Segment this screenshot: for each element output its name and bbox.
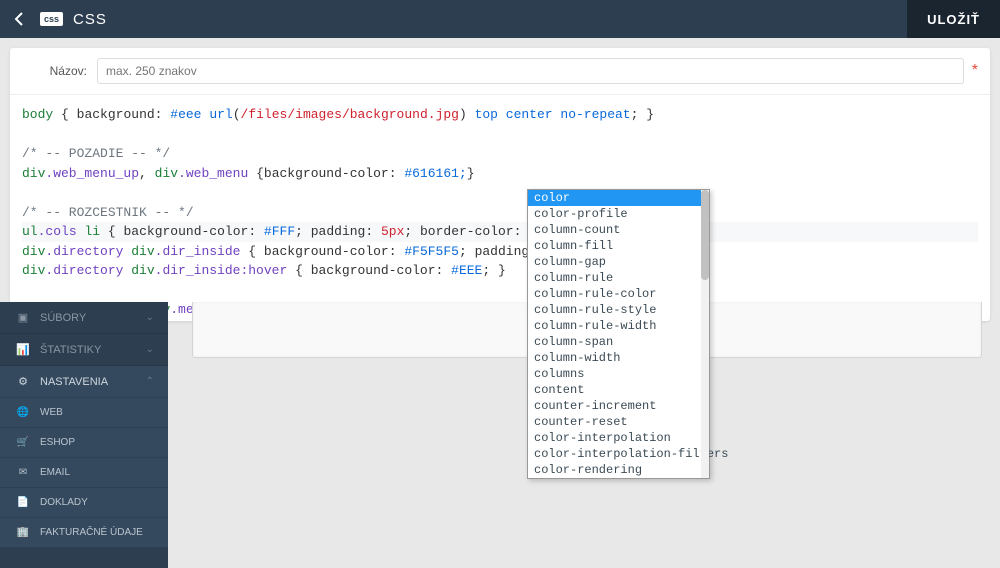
- autocomplete-item[interactable]: columns: [528, 366, 709, 382]
- building-icon: 🏢: [14, 527, 32, 538]
- sidebar-item-files[interactable]: ▣ SÚBORY ⌄: [0, 302, 168, 334]
- sidebar-item-label: NASTAVENIA: [40, 376, 108, 388]
- autocomplete-item[interactable]: column-rule: [528, 270, 709, 286]
- autocomplete-item[interactable]: column-width: [528, 350, 709, 366]
- autocomplete-item[interactable]: color-interpolation: [528, 430, 709, 446]
- stats-icon: 📊: [14, 343, 32, 356]
- required-indicator: *: [972, 62, 978, 80]
- autocomplete-item[interactable]: counter-reset: [528, 414, 709, 430]
- sidebar-item-billing[interactable]: 🏢 FAKTURAČNÉ ÚDAJE: [0, 518, 168, 548]
- autocomplete-item[interactable]: column-rule-color: [528, 286, 709, 302]
- chevron-up-icon: ⌃: [146, 376, 154, 387]
- sidebar-item-label: EMAIL: [40, 467, 70, 478]
- sidebar-item-stats[interactable]: 📊 ŠTATISTIKY ⌄: [0, 334, 168, 366]
- autocomplete-item[interactable]: column-gap: [528, 254, 709, 270]
- save-button[interactable]: ULOŽIŤ: [907, 0, 1000, 38]
- sidebar-item-settings[interactable]: ⚙ NASTAVENIA ⌃: [0, 366, 168, 398]
- name-label: Názov:: [22, 64, 97, 78]
- name-row: Názov: *: [10, 48, 990, 95]
- document-icon: 📄: [14, 497, 32, 508]
- gear-icon: ⚙: [14, 375, 32, 388]
- autocomplete-item[interactable]: column-fill: [528, 238, 709, 254]
- sidebar-item-docs[interactable]: 📄 DOKLADY: [0, 488, 168, 518]
- globe-icon: 🌐: [14, 407, 32, 418]
- autocomplete-item[interactable]: column-rule-style: [528, 302, 709, 318]
- chevron-down-icon: ⌄: [146, 312, 154, 323]
- code-editor[interactable]: body { background: #eee url(/files/image…: [10, 95, 990, 321]
- autocomplete-item[interactable]: color-interpolation-filters: [528, 446, 709, 462]
- autocomplete-scrollbar[interactable]: [701, 190, 709, 478]
- autocomplete-item[interactable]: content: [528, 382, 709, 398]
- autocomplete-item[interactable]: column-rule-width: [528, 318, 709, 334]
- autocomplete-item[interactable]: color-rendering: [528, 462, 709, 478]
- css-badge: css: [40, 12, 63, 26]
- name-input[interactable]: [97, 58, 964, 84]
- autocomplete-popup[interactable]: colorcolor-profilecolumn-countcolumn-fil…: [527, 189, 710, 479]
- sidebar-item-label: ESHOP: [40, 437, 75, 448]
- sidebar-item-web[interactable]: 🌐 WEB: [0, 398, 168, 428]
- files-icon: ▣: [14, 311, 32, 324]
- autocomplete-item[interactable]: column-count: [528, 222, 709, 238]
- sidebar-item-label: WEB: [40, 407, 63, 418]
- chevron-left-icon: [14, 12, 24, 26]
- sidebar: ▣ SÚBORY ⌄ 📊 ŠTATISTIKY ⌄ ⚙ NASTAVENIA ⌃…: [0, 302, 168, 568]
- autocomplete-item[interactable]: column-span: [528, 334, 709, 350]
- sidebar-item-email[interactable]: ✉ EMAIL: [0, 458, 168, 488]
- autocomplete-item[interactable]: color: [528, 190, 709, 206]
- topbar: css CSS ULOŽIŤ: [0, 0, 1000, 38]
- sidebar-item-label: SÚBORY: [40, 312, 86, 324]
- autocomplete-item[interactable]: color-profile: [528, 206, 709, 222]
- page-title: CSS: [73, 11, 107, 28]
- autocomplete-item[interactable]: counter-increment: [528, 398, 709, 414]
- mail-icon: ✉: [14, 467, 32, 478]
- sidebar-item-label: ŠTATISTIKY: [40, 344, 101, 356]
- main-panel: Názov: * body { background: #eee url(/fi…: [10, 48, 990, 321]
- back-button[interactable]: [0, 0, 38, 38]
- chevron-down-icon: ⌄: [146, 344, 154, 355]
- sidebar-item-label: FAKTURAČNÉ ÚDAJE: [40, 527, 143, 538]
- sidebar-item-label: DOKLADY: [40, 497, 88, 508]
- sidebar-item-eshop[interactable]: 🛒 ESHOP: [0, 428, 168, 458]
- cart-icon: 🛒: [14, 437, 32, 448]
